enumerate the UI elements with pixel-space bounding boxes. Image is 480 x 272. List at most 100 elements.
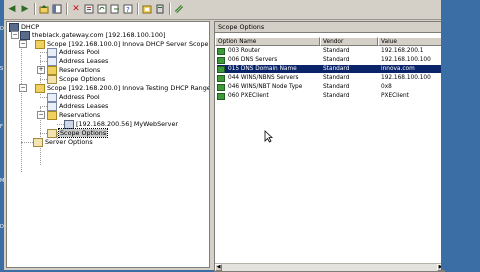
tree-branch (40, 106, 47, 107)
expand-toggle[interactable]: + (37, 66, 45, 74)
tree-node-address-leases-1[interactable]: Address Leases (47, 56, 109, 66)
tree-branch (40, 52, 47, 53)
column-header-vendor[interactable]: Vendor (320, 37, 378, 46)
toolbar-separator (169, 3, 171, 15)
tree-label-scope-2: Scope [192.168.200.0] Innova Testing DHC… (47, 84, 210, 92)
option-row-selected[interactable]: 015 DNS Domain Name Standard innova.com (217, 65, 442, 73)
tree-node-server[interactable]: theblack.gateway.com [192.168.100.100] (20, 30, 166, 40)
options-icon[interactable] (173, 3, 185, 15)
collapse-toggle[interactable]: − (37, 111, 45, 119)
option-vendor: Standard (323, 84, 350, 90)
tree-node-reservations-2[interactable]: Reservations (47, 110, 101, 120)
server-option-icon[interactable] (154, 3, 166, 15)
tree-node-server-options[interactable]: Server Options (33, 137, 93, 147)
reservations-folder-icon (47, 110, 57, 120)
tree-label-address-pool-2: Address Pool (59, 93, 100, 101)
option-name: 006 DNS Servers (228, 57, 278, 63)
option-icon (217, 65, 225, 73)
server-icon (20, 30, 30, 40)
properties-icon[interactable] (83, 3, 95, 15)
option-vendor: Standard (323, 93, 350, 99)
tree-label-server-options: Server Options (45, 138, 93, 146)
tree-branch (40, 61, 47, 62)
option-icon (217, 47, 225, 55)
tree-guide (21, 38, 22, 172)
details-title: Scope Options (215, 22, 444, 33)
mouse-cursor-icon (264, 130, 273, 143)
column-header-option-name[interactable]: Option Name (215, 37, 320, 46)
tree-branch (40, 133, 47, 134)
scope-options-icon (47, 74, 57, 84)
help-icon[interactable]: ? (122, 3, 134, 15)
forward-icon[interactable]: ▶ (19, 3, 31, 15)
export-icon[interactable] (109, 3, 121, 15)
tree-label-address-leases-1: Address Leases (59, 57, 109, 65)
option-vendor: Standard (323, 66, 350, 72)
option-name: 046 WINS/NBT Node Type (228, 84, 303, 90)
console-tree[interactable]: DHCP − theblack.gateway.com [192.168.100… (6, 21, 210, 268)
reserved-host-icon (64, 119, 74, 129)
tree-label-reservations-1: Reservations (59, 66, 101, 74)
option-value: 192.168.100.100 (381, 57, 431, 63)
tree-branch (40, 97, 47, 98)
option-value: 192.168.200.1 (381, 48, 424, 54)
scope-folder-icon (35, 39, 45, 49)
option-name: 044 WINS/NBNS Servers (228, 75, 299, 81)
tree-label-scope-options-2: Scope Options (57, 128, 109, 138)
tree-node-address-pool-1[interactable]: Address Pool (47, 47, 100, 57)
new-scope-icon[interactable] (141, 3, 153, 15)
tree-label-address-pool-1: Address Pool (59, 48, 100, 56)
tree-node-scope-options-2[interactable]: Scope Options (47, 128, 109, 138)
tree-branch (40, 79, 47, 80)
option-icon (217, 83, 225, 91)
show-hide-tree-icon[interactable] (51, 3, 63, 15)
tree-node-address-pool-2[interactable]: Address Pool (47, 92, 100, 102)
refresh-icon[interactable] (96, 3, 108, 15)
tree-label-address-leases-2: Address Leases (59, 102, 109, 110)
collapse-toggle[interactable]: − (19, 84, 27, 92)
option-row[interactable]: 006 DNS Servers Standard 192.168.100.100 (217, 56, 442, 64)
option-row[interactable]: 060 PXEClient Standard PXEClient (217, 92, 442, 100)
tree-label-scope-options-1: Scope Options (59, 75, 106, 83)
address-leases-icon (47, 56, 57, 66)
address-pool-icon (47, 92, 57, 102)
collapse-toggle[interactable]: − (11, 31, 19, 39)
toolbar-separator (137, 3, 139, 15)
tree-branch (21, 142, 33, 143)
option-row[interactable]: 046 WINS/NBT Node Type Standard 0x8 (217, 83, 442, 91)
option-name: 060 PXEClient (228, 93, 269, 99)
option-icon (217, 74, 225, 82)
tree-label-reservations-2: Reservations (59, 111, 101, 119)
tree-node-reservation-item[interactable]: [192.168.200.56] MyWebServer (64, 119, 178, 129)
option-row[interactable]: 044 WINS/NBNS Servers Standard 192.168.1… (217, 74, 442, 82)
tree-node-address-leases-2[interactable]: Address Leases (47, 101, 109, 111)
option-vendor: Standard (323, 75, 350, 81)
collapse-toggle[interactable]: − (19, 40, 27, 48)
option-icon (217, 56, 225, 64)
scope-options-icon (47, 128, 57, 138)
option-icon (217, 92, 225, 100)
option-value: PXEClient (381, 93, 409, 99)
svg-text:?: ? (126, 6, 130, 14)
option-name: 015 DNS Domain Name (228, 66, 297, 72)
desktop-background (441, 0, 480, 270)
toolbar-separator (34, 3, 36, 15)
toolbar-separator (66, 3, 68, 15)
option-vendor: Standard (323, 48, 350, 54)
option-row[interactable]: 003 Router Standard 192.168.200.1 (217, 47, 442, 55)
back-icon[interactable]: ◀ (6, 3, 18, 15)
option-value: 192.168.100.100 (381, 75, 431, 81)
tree-node-scope-1[interactable]: Scope [192.168.100.0] Innova DHCP Server… (35, 39, 209, 49)
delete-icon[interactable]: ✕ (70, 3, 82, 15)
tree-label-server: theblack.gateway.com [192.168.100.100] (32, 31, 166, 39)
option-vendor: Standard (323, 57, 350, 63)
address-pool-icon (47, 47, 57, 57)
dhcp-console-window: ◀ ▶ ✕ ? DHCP − theblack.gateway.com [192… (4, 0, 445, 272)
tree-node-scope-options-1[interactable]: Scope Options (47, 74, 106, 84)
option-name: 003 Router (228, 48, 261, 54)
tree-label-scope-1: Scope [192.168.100.0] Innova DHCP Server… (47, 40, 209, 48)
up-icon[interactable] (38, 3, 50, 15)
tree-node-scope-2[interactable]: Scope [192.168.200.0] Innova Testing DHC… (35, 83, 210, 93)
tree-node-reservations-1[interactable]: Reservations (47, 65, 101, 75)
column-header-value[interactable]: Value (378, 37, 444, 46)
